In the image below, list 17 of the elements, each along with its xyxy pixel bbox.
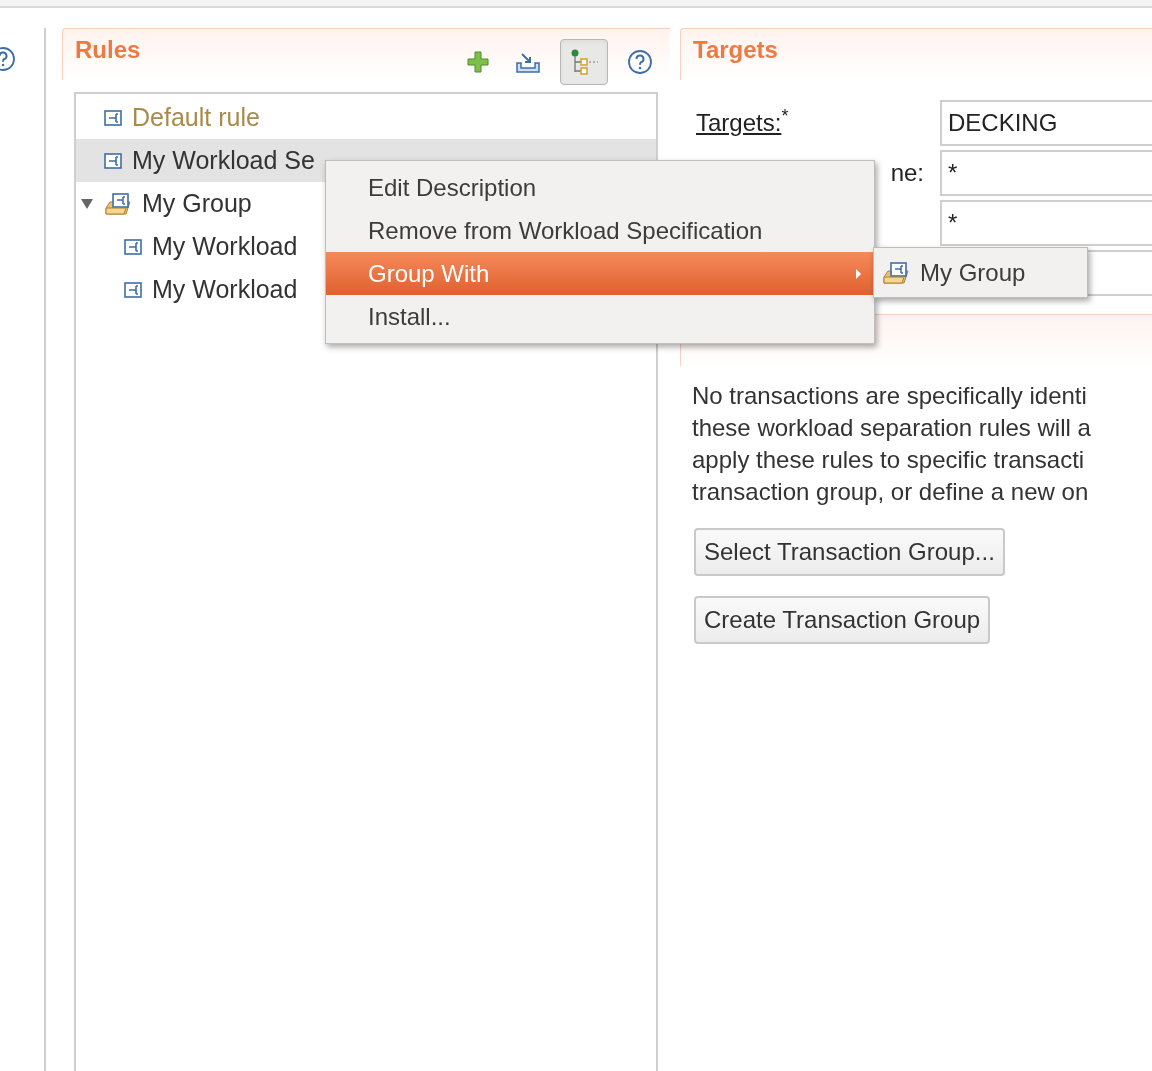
panel-title: Targets bbox=[693, 35, 779, 65]
description-text: transaction group, or define a new on bbox=[692, 477, 1090, 507]
tree-item-label: My Workload bbox=[152, 230, 298, 262]
description-text: apply these rules to specific transacti bbox=[692, 445, 1086, 475]
tree-item-label: Default rule bbox=[132, 101, 260, 133]
description-text: No transactions are specifically identi bbox=[692, 381, 1088, 411]
field-label: ne: bbox=[890, 158, 924, 188]
description-text: these workload separation rules will a bbox=[692, 413, 1092, 443]
tree-item-label: My Workload Se bbox=[132, 144, 315, 176]
field-label: Targets:$^{*}$ bbox=[696, 105, 789, 138]
menu-item-label: Remove from Workload Specification bbox=[368, 215, 763, 246]
panel-title: Rules bbox=[75, 35, 141, 65]
tree-item-label: My Workload bbox=[152, 273, 298, 305]
menu-item-label: Install... bbox=[368, 301, 451, 332]
menu-item-label: Edit Description bbox=[368, 172, 537, 203]
tree-item-label: My Group bbox=[142, 187, 252, 219]
menu-item-label: Group With bbox=[368, 258, 490, 289]
